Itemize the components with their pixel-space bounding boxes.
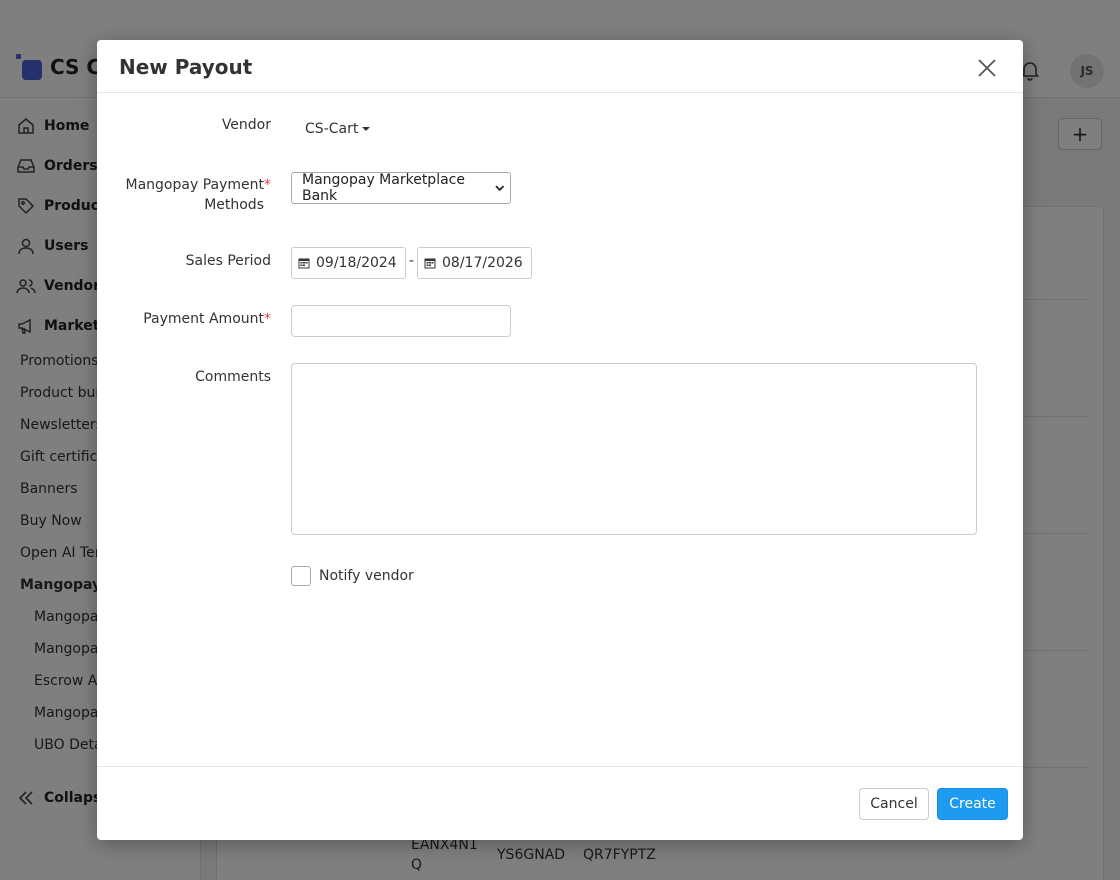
caret-down-icon [362, 127, 371, 131]
notify-vendor-option[interactable]: Notify vendor [291, 566, 414, 586]
payment-amount-label: Payment Amount* [143, 311, 271, 327]
dialog-body: Vendor CS-Cart Mangopay Payment* Methods… [97, 93, 1023, 766]
dialog-header: New Payout [97, 40, 1023, 93]
required-marker: * [264, 177, 271, 193]
vendor-label: Vendor [221, 117, 271, 133]
payment-methods-select[interactable]: Mangopay Marketplace Bank [291, 172, 511, 204]
sales-period-label: Sales Period [185, 253, 271, 269]
dialog-footer: Cancel Create [97, 766, 1023, 840]
payment-methods-label: Mangopay Payment* Methods [125, 177, 271, 213]
date-from-input[interactable]: 09/18/2024 [291, 247, 406, 279]
cancel-button[interactable]: Cancel [859, 788, 929, 820]
notify-vendor-label: Notify vendor [319, 568, 414, 584]
date-to-input[interactable]: 08/17/2026 [417, 247, 532, 279]
date-separator: - [409, 253, 415, 269]
payment-amount-input[interactable] [291, 305, 511, 337]
date-to-value: 08/17/2026 [442, 255, 523, 271]
dialog-title: New Payout [119, 55, 253, 79]
create-button[interactable]: Create [937, 788, 1008, 820]
vendor-value: CS-Cart [305, 121, 359, 137]
new-payout-dialog: New Payout Vendor CS-Cart Mangopay Payme… [97, 40, 1023, 840]
comments-textarea[interactable] [291, 363, 977, 535]
comments-label: Comments [195, 369, 271, 385]
close-icon[interactable] [976, 57, 998, 79]
date-from-value: 09/18/2024 [316, 255, 397, 271]
chevron-down-icon [494, 185, 504, 192]
vendor-dropdown[interactable]: CS-Cart [305, 121, 371, 137]
required-marker: * [264, 311, 271, 327]
calendar-icon [424, 258, 436, 269]
payment-methods-value: Mangopay Marketplace Bank [302, 172, 465, 204]
notify-vendor-checkbox[interactable] [291, 566, 311, 586]
calendar-icon [298, 258, 310, 269]
